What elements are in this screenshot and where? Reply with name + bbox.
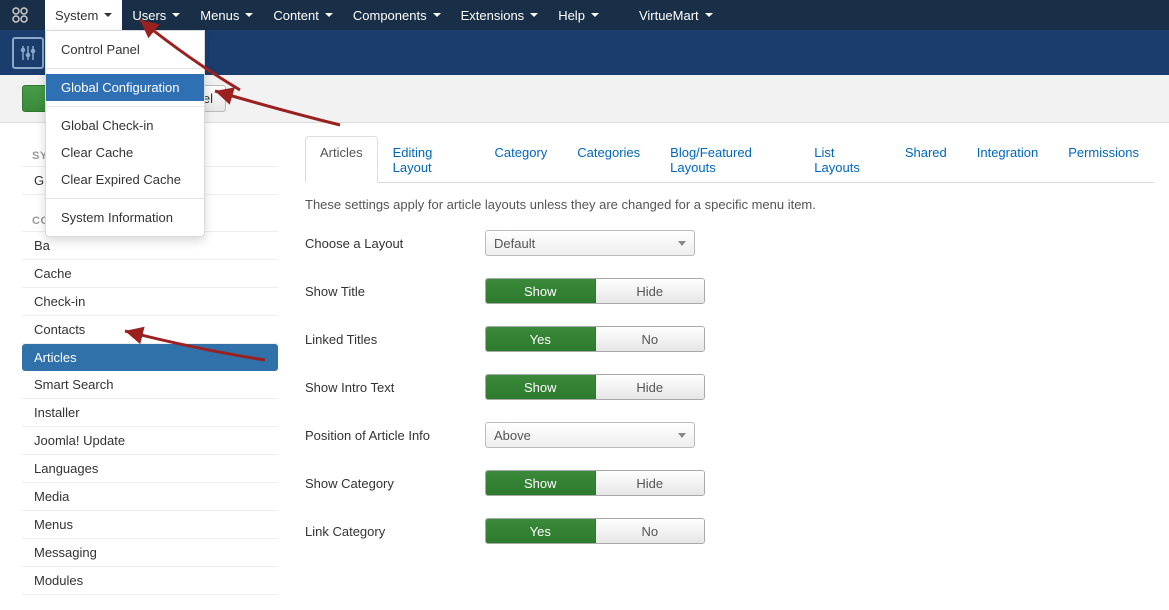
menu-virtuemart[interactable]: VirtueMart xyxy=(629,0,723,30)
field-label: Link Category xyxy=(305,524,485,539)
tab-permissions[interactable]: Permissions xyxy=(1053,136,1154,183)
tab-articles[interactable]: Articles xyxy=(305,136,378,183)
tab-shared[interactable]: Shared xyxy=(890,136,962,183)
caret-down-icon xyxy=(104,13,112,17)
field-label: Choose a Layout xyxy=(305,236,485,251)
field-position-info: Position of Article Info Above xyxy=(305,422,1154,448)
dropdown-divider xyxy=(46,198,204,199)
system-dropdown: Control Panel Global Configuration Globa… xyxy=(45,30,205,237)
field-label: Position of Article Info xyxy=(305,428,485,443)
caret-down-icon xyxy=(172,13,180,17)
tab-integration[interactable]: Integration xyxy=(962,136,1053,183)
caret-down-icon xyxy=(245,13,253,17)
field-show-category: Show Category ShowHide xyxy=(305,470,1154,496)
field-label: Linked Titles xyxy=(305,332,485,347)
menu-help[interactable]: Help xyxy=(548,0,609,30)
tab-list-layouts[interactable]: List Layouts xyxy=(799,136,890,183)
menu-extensions[interactable]: Extensions xyxy=(451,0,549,30)
menu-users[interactable]: Users xyxy=(122,0,190,30)
sidebar-item-smart-search[interactable]: Smart Search xyxy=(22,371,278,399)
sidebar-item-messaging[interactable]: Messaging xyxy=(22,539,278,567)
sidebar-item-check-in[interactable]: Check-in xyxy=(22,288,278,316)
show-intro-toggle[interactable]: ShowHide xyxy=(485,374,705,400)
sidebar-item-menus[interactable]: Menus xyxy=(22,511,278,539)
sidebar-item-cache[interactable]: Cache xyxy=(22,260,278,288)
link-category-toggle[interactable]: YesNo xyxy=(485,518,705,544)
caret-down-icon xyxy=(530,13,538,17)
tab-category[interactable]: Category xyxy=(480,136,563,183)
position-select[interactable]: Above xyxy=(485,422,695,448)
caret-down-icon xyxy=(591,13,599,17)
tab-categories[interactable]: Categories xyxy=(562,136,655,183)
dropdown-global-configuration[interactable]: Global Configuration xyxy=(46,74,204,101)
field-show-title: Show Title ShowHide xyxy=(305,278,1154,304)
settings-sliders-icon xyxy=(12,37,44,69)
field-linked-titles: Linked Titles YesNo xyxy=(305,326,1154,352)
layout-select[interactable]: Default xyxy=(485,230,695,256)
description-text: These settings apply for article layouts… xyxy=(305,197,1154,212)
menu-system[interactable]: System Control Panel Global Configuratio… xyxy=(45,0,122,30)
menu-components[interactable]: Components xyxy=(343,0,451,30)
field-label: Show Category xyxy=(305,476,485,491)
tabs: ArticlesEditing LayoutCategoryCategories… xyxy=(305,135,1154,183)
tab-editing-layout[interactable]: Editing Layout xyxy=(378,136,480,183)
dropdown-divider xyxy=(46,68,204,69)
caret-down-icon xyxy=(705,13,713,17)
tab-blog-featured-layouts[interactable]: Blog/Featured Layouts xyxy=(655,136,799,183)
content-panel: ArticlesEditing LayoutCategoryCategories… xyxy=(290,123,1169,610)
dropdown-system-information[interactable]: System Information xyxy=(46,204,204,231)
sidebar-item-media[interactable]: Media xyxy=(22,483,278,511)
dropdown-divider xyxy=(46,106,204,107)
menu-system-label: System xyxy=(55,8,98,23)
menu-content[interactable]: Content xyxy=(263,0,343,30)
field-label: Show Intro Text xyxy=(305,380,485,395)
chevron-down-icon xyxy=(678,433,686,438)
menu-menus[interactable]: Menus xyxy=(190,0,263,30)
caret-down-icon xyxy=(325,13,333,17)
sidebar-item-modules[interactable]: Modules xyxy=(22,567,278,595)
dropdown-clear-expired-cache[interactable]: Clear Expired Cache xyxy=(46,166,204,193)
sidebar-item-languages[interactable]: Languages xyxy=(22,455,278,483)
linked-titles-toggle[interactable]: YesNo xyxy=(485,326,705,352)
show-title-toggle[interactable]: ShowHide xyxy=(485,278,705,304)
chevron-down-icon xyxy=(678,241,686,246)
dropdown-clear-cache[interactable]: Clear Cache xyxy=(46,139,204,166)
dropdown-control-panel[interactable]: Control Panel xyxy=(46,36,204,63)
sidebar-item-contacts[interactable]: Contacts xyxy=(22,316,278,344)
field-label: Show Title xyxy=(305,284,485,299)
field-choose-layout: Choose a Layout Default xyxy=(305,230,1154,256)
sidebar-item-joomla-update[interactable]: Joomla! Update xyxy=(22,427,278,455)
field-show-intro: Show Intro Text ShowHide xyxy=(305,374,1154,400)
dropdown-global-checkin[interactable]: Global Check-in xyxy=(46,112,204,139)
field-link-category: Link Category YesNo xyxy=(305,518,1154,544)
show-category-toggle[interactable]: ShowHide xyxy=(485,470,705,496)
sidebar-item-articles[interactable]: Articles xyxy=(22,344,278,371)
joomla-logo-icon[interactable] xyxy=(10,5,30,25)
caret-down-icon xyxy=(433,13,441,17)
sidebar-item-installer[interactable]: Installer xyxy=(22,399,278,427)
top-menubar: System Control Panel Global Configuratio… xyxy=(0,0,1169,30)
